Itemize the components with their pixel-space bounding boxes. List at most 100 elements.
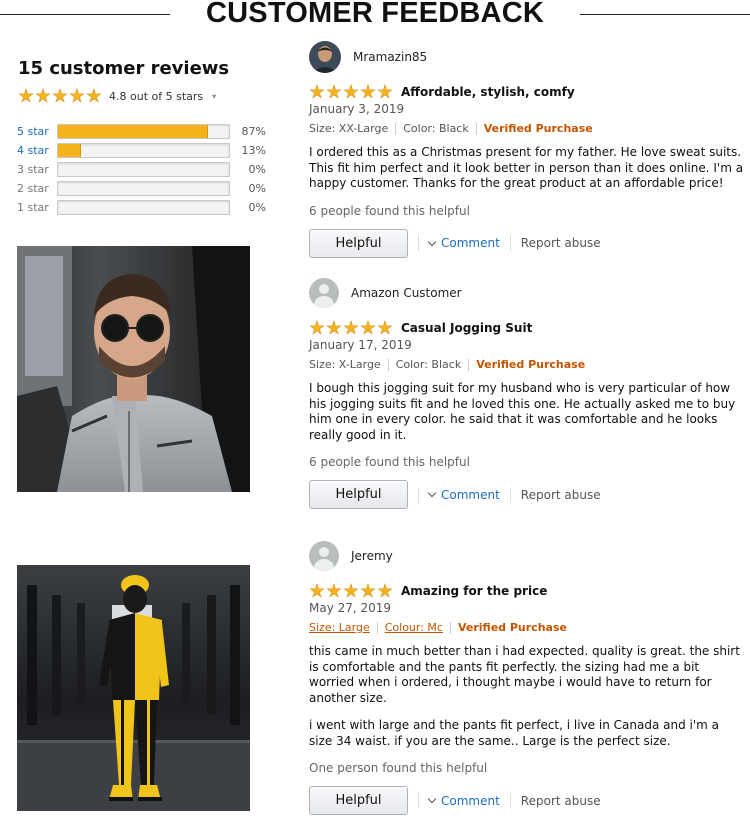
avatar[interactable] bbox=[309, 541, 339, 571]
avatar[interactable] bbox=[309, 41, 341, 73]
review-title[interactable]: Casual Jogging Suit bbox=[401, 321, 532, 335]
review-actions: Helpful Comment Report abuse bbox=[309, 228, 745, 258]
review-date: January 3, 2019 bbox=[309, 102, 405, 116]
histogram-row-1: 1 star 0% bbox=[17, 198, 266, 217]
star-icon bbox=[326, 320, 342, 335]
meta-divider bbox=[468, 358, 470, 371]
star-icon bbox=[52, 88, 68, 103]
review-1: Mramazin85 Affordable, stylish, comfy Ja… bbox=[309, 41, 745, 258]
customer-photo-image bbox=[17, 246, 250, 492]
histogram-percent: 13% bbox=[241, 144, 266, 157]
histogram-label[interactable]: 5 star bbox=[17, 125, 57, 138]
review-body: this came in much better than i had expe… bbox=[309, 644, 745, 749]
review-2: Amazon Customer Casual Jogging Suit Janu… bbox=[309, 277, 745, 509]
star-icon bbox=[309, 583, 325, 598]
review-body: I bough this jogging suit for my husband… bbox=[309, 381, 745, 443]
reviewer-name[interactable]: Amazon Customer bbox=[351, 286, 462, 300]
histogram-percent: 0% bbox=[248, 201, 266, 214]
review-stars bbox=[309, 84, 393, 100]
customer-photo-grey-tracksuit[interactable] bbox=[17, 246, 250, 492]
chevron-down-icon bbox=[427, 237, 437, 246]
action-divider bbox=[509, 486, 511, 503]
helpful-button[interactable]: Helpful bbox=[309, 786, 408, 815]
action-divider bbox=[509, 235, 511, 251]
histogram-row-3: 3 star 0% bbox=[17, 160, 266, 179]
histogram-bar[interactable] bbox=[57, 143, 230, 158]
page-title: CUSTOMER FEEDBACK bbox=[206, 0, 544, 29]
histogram-row-4[interactable]: 4 star 13% bbox=[17, 141, 266, 160]
comment-link[interactable]: Comment bbox=[427, 488, 500, 502]
action-divider bbox=[509, 792, 511, 809]
star-icon bbox=[377, 583, 393, 598]
histogram-label[interactable]: 4 star bbox=[17, 144, 57, 157]
star-icon bbox=[360, 84, 376, 99]
reviewer-name[interactable]: Mramazin85 bbox=[353, 50, 427, 64]
star-icon bbox=[69, 88, 85, 103]
reviewer-name[interactable]: Jeremy bbox=[351, 549, 393, 563]
comment-label: Comment bbox=[441, 236, 500, 250]
helpful-button[interactable]: Helpful bbox=[309, 480, 408, 509]
review-meta: Size: Large Colour: Mc Verified Purchase bbox=[309, 621, 745, 634]
reviews-count-title: 15 customer reviews bbox=[18, 58, 230, 79]
histogram-label: 3 star bbox=[17, 163, 49, 176]
histogram-row-5[interactable]: 5 star 87% bbox=[17, 122, 266, 141]
review-color: Color: Black bbox=[403, 122, 469, 135]
star-icon bbox=[309, 320, 325, 335]
average-rating[interactable]: 4.8 out of 5 stars ▾ bbox=[18, 88, 216, 104]
histogram-label: 1 star bbox=[17, 201, 49, 214]
customer-photo-yellow-tracksuit[interactable] bbox=[17, 565, 250, 811]
comment-link[interactable]: Comment bbox=[427, 793, 500, 808]
meta-divider bbox=[387, 358, 389, 371]
meta-divider bbox=[475, 122, 477, 135]
review-body: I ordered this as a Christmas present fo… bbox=[309, 145, 745, 192]
review-size: Size: XX-Large bbox=[309, 122, 389, 135]
review-actions: Helpful Comment Report abuse bbox=[309, 786, 745, 815]
histogram-bar bbox=[57, 200, 230, 215]
histogram-percent: 0% bbox=[248, 182, 266, 195]
histogram-percent: 87% bbox=[241, 125, 266, 138]
star-icon bbox=[35, 88, 51, 103]
verified-purchase-badge: Verified Purchase bbox=[457, 621, 567, 634]
review-rating-line: Affordable, stylish, comfy bbox=[309, 84, 745, 100]
star-icon bbox=[360, 320, 376, 335]
review-meta: Size: X-Large Color: Black Verified Purc… bbox=[309, 358, 745, 371]
review-stars bbox=[309, 320, 393, 336]
star-icon bbox=[18, 88, 34, 103]
report-abuse-link[interactable]: Report abuse bbox=[521, 236, 601, 250]
report-abuse-link[interactable]: Report abuse bbox=[521, 488, 601, 502]
helpful-button[interactable]: Helpful bbox=[309, 228, 408, 258]
histogram-percent: 0% bbox=[248, 163, 266, 176]
histogram-fill bbox=[58, 144, 82, 157]
histogram-fill bbox=[58, 125, 208, 138]
star-icon bbox=[309, 84, 325, 99]
rating-histogram: 5 star 87% 4 star 13% 3 star 0% 2 star 0… bbox=[17, 122, 266, 217]
review-size-link[interactable]: Size: Large bbox=[309, 621, 370, 634]
review-date: May 27, 2019 bbox=[309, 601, 392, 615]
meta-divider bbox=[395, 122, 397, 135]
star-icon bbox=[377, 320, 393, 335]
review-title[interactable]: Affordable, stylish, comfy bbox=[401, 85, 575, 99]
histogram-bar[interactable] bbox=[57, 124, 230, 139]
review-title[interactable]: Amazing for the price bbox=[401, 584, 547, 598]
star-icon bbox=[343, 320, 359, 335]
report-abuse-link[interactable]: Report abuse bbox=[521, 794, 601, 808]
helpful-count: 6 people found this helpful bbox=[309, 203, 470, 218]
review-header: Jeremy bbox=[309, 540, 745, 572]
review-actions: Helpful Comment Report abuse bbox=[309, 480, 745, 509]
review-color-link[interactable]: Colour: Mc bbox=[385, 621, 443, 634]
action-divider bbox=[418, 235, 419, 251]
star-icon bbox=[343, 583, 359, 598]
comment-label: Comment bbox=[441, 793, 500, 808]
histogram-label: 2 star bbox=[17, 182, 49, 195]
meta-divider bbox=[376, 621, 378, 634]
meta-divider bbox=[449, 621, 451, 634]
avatar-image bbox=[309, 41, 341, 73]
comment-link[interactable]: Comment bbox=[427, 236, 500, 250]
verified-purchase-badge: Verified Purchase bbox=[483, 122, 593, 135]
avatar[interactable] bbox=[309, 278, 339, 308]
star-icon bbox=[86, 88, 102, 103]
chevron-down-icon: ▾ bbox=[212, 91, 217, 101]
star-icon bbox=[377, 84, 393, 99]
star-icon bbox=[326, 583, 342, 598]
review-header: Mramazin85 bbox=[309, 41, 745, 73]
